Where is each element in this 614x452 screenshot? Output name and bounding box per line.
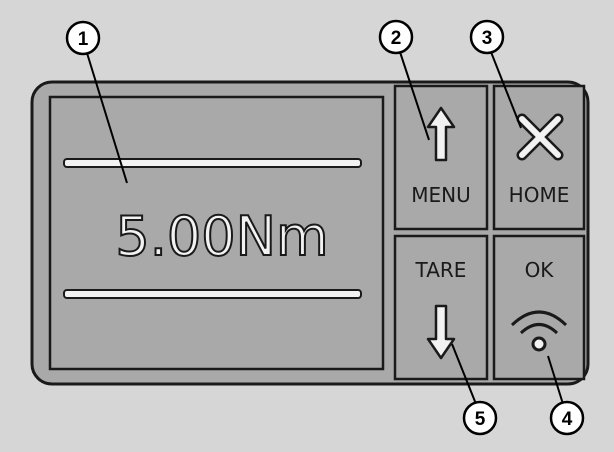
diagram-stage: 5.00Nm MENU HOME TARE OK 1 2 3 4 5 <box>0 0 614 452</box>
callout-1: 1 <box>65 20 101 56</box>
home-label: HOME <box>509 183 570 207</box>
tare-button[interactable]: TARE <box>393 234 489 381</box>
ok-label: OK <box>525 258 555 282</box>
menu-button[interactable]: MENU <box>393 84 489 231</box>
home-button[interactable]: HOME <box>492 84 586 231</box>
menu-label: MENU <box>411 183 471 207</box>
callout-4: 4 <box>549 400 585 436</box>
svg-text:3: 3 <box>482 28 493 49</box>
svg-text:2: 2 <box>391 28 402 49</box>
callout-3: 3 <box>469 19 505 55</box>
display-line-top <box>63 158 362 168</box>
ok-button[interactable]: OK <box>492 234 586 381</box>
svg-text:1: 1 <box>78 29 89 50</box>
display-line-bottom <box>63 289 362 299</box>
callout-2: 2 <box>378 19 414 55</box>
tare-label: TARE <box>415 258 467 282</box>
device-diagram: 5.00Nm MENU HOME TARE OK 1 2 3 4 5 <box>30 19 590 436</box>
svg-text:4: 4 <box>562 409 573 430</box>
callout-5: 5 <box>462 400 498 436</box>
svg-text:5: 5 <box>475 409 486 430</box>
torque-readout: 5.00Nm <box>115 205 328 268</box>
